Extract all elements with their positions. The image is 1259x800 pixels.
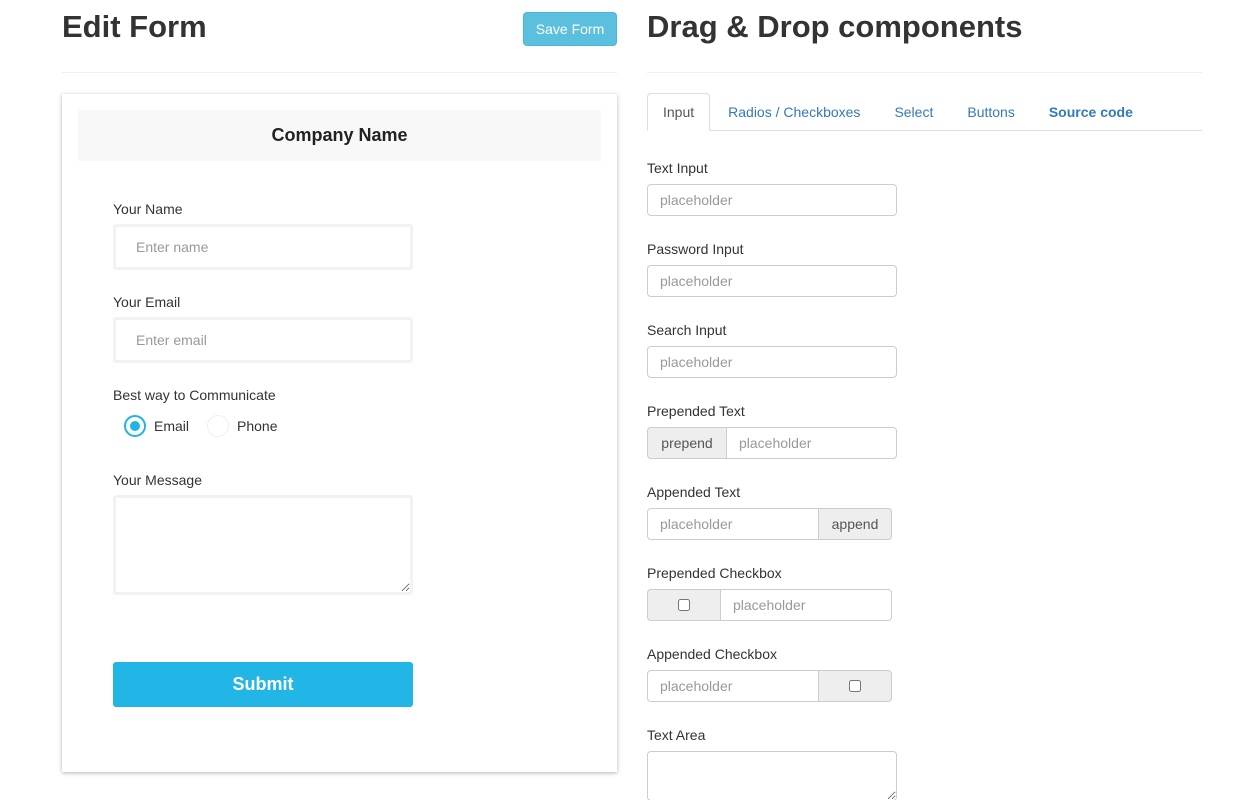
search-input-label: Search Input bbox=[647, 322, 727, 338]
save-form-button[interactable]: Save Form bbox=[523, 12, 617, 46]
submit-button[interactable]: Submit bbox=[113, 662, 413, 707]
append-addon: append bbox=[818, 508, 892, 540]
communicate-radio-group: Email Phone bbox=[124, 415, 296, 437]
edit-form-title: Edit Form bbox=[62, 9, 207, 44]
appended-text-input[interactable] bbox=[647, 508, 818, 540]
radio-label-email: Email bbox=[154, 418, 190, 434]
name-input[interactable] bbox=[113, 224, 413, 270]
name-label: Your Name bbox=[113, 201, 183, 217]
prepend-addon: prepend bbox=[647, 427, 726, 459]
form-preview-card: Company Name Your Name Your Email Best w… bbox=[62, 94, 617, 772]
password-input-component[interactable] bbox=[647, 265, 897, 297]
appended-text-label: Appended Text bbox=[647, 484, 741, 500]
tab-buttons[interactable]: Buttons bbox=[951, 93, 1030, 131]
tab-input[interactable]: Input bbox=[647, 93, 711, 131]
edit-form-panel: Edit Form Save Form Company Name Your Na… bbox=[62, 0, 617, 772]
email-label: Your Email bbox=[113, 294, 181, 310]
tab-select[interactable]: Select bbox=[878, 93, 949, 131]
radio-dot-icon bbox=[130, 421, 140, 431]
radio-unchecked-icon[interactable] bbox=[207, 415, 230, 437]
radio-option-phone[interactable]: Phone bbox=[207, 415, 278, 437]
tab-radios-checkboxes[interactable]: Radios / Checkboxes bbox=[712, 93, 876, 131]
radio-checked-icon[interactable] bbox=[124, 415, 146, 437]
prepend-checkbox[interactable] bbox=[678, 599, 690, 611]
password-input-label: Password Input bbox=[647, 241, 744, 257]
appended-checkbox-label: Appended Checkbox bbox=[647, 646, 777, 662]
radio-label-phone: Phone bbox=[237, 418, 278, 434]
prepended-checkbox-label: Prepended Checkbox bbox=[647, 565, 782, 581]
message-label: Your Message bbox=[113, 472, 202, 488]
text-input-component[interactable] bbox=[647, 184, 897, 216]
text-area-label: Text Area bbox=[647, 727, 706, 743]
edit-form-header: Edit Form Save Form bbox=[62, 0, 617, 73]
text-input-label: Text Input bbox=[647, 160, 708, 176]
tab-source-code[interactable]: Source code bbox=[1033, 93, 1149, 131]
prepend-checkbox-addon bbox=[647, 589, 720, 621]
prepended-text-group: prepend bbox=[647, 427, 897, 459]
prepended-text-label: Prepended Text bbox=[647, 403, 745, 419]
appended-text-group: append bbox=[647, 508, 892, 540]
appended-checkbox-group bbox=[647, 670, 892, 702]
message-textarea[interactable] bbox=[113, 495, 413, 595]
component-tabs: Input Radios / Checkboxes Select Buttons… bbox=[647, 93, 1202, 131]
appended-checkbox-input[interactable] bbox=[647, 670, 818, 702]
prepended-checkbox-group bbox=[647, 589, 892, 621]
append-checkbox[interactable] bbox=[849, 680, 861, 692]
prepended-text-input[interactable] bbox=[726, 427, 897, 459]
append-checkbox-addon bbox=[818, 670, 892, 702]
radio-option-email[interactable]: Email bbox=[124, 415, 189, 437]
communicate-label: Best way to Communicate bbox=[113, 387, 276, 403]
prepended-checkbox-input[interactable] bbox=[720, 589, 892, 621]
search-input-component[interactable] bbox=[647, 346, 897, 378]
components-panel: Drag & Drop components Input Radios / Ch… bbox=[647, 0, 1202, 800]
company-name-heading[interactable]: Company Name bbox=[78, 110, 601, 161]
text-area-component[interactable] bbox=[647, 751, 897, 800]
email-input[interactable] bbox=[113, 317, 413, 363]
components-title: Drag & Drop components bbox=[647, 9, 1023, 44]
components-header: Drag & Drop components bbox=[647, 0, 1202, 73]
